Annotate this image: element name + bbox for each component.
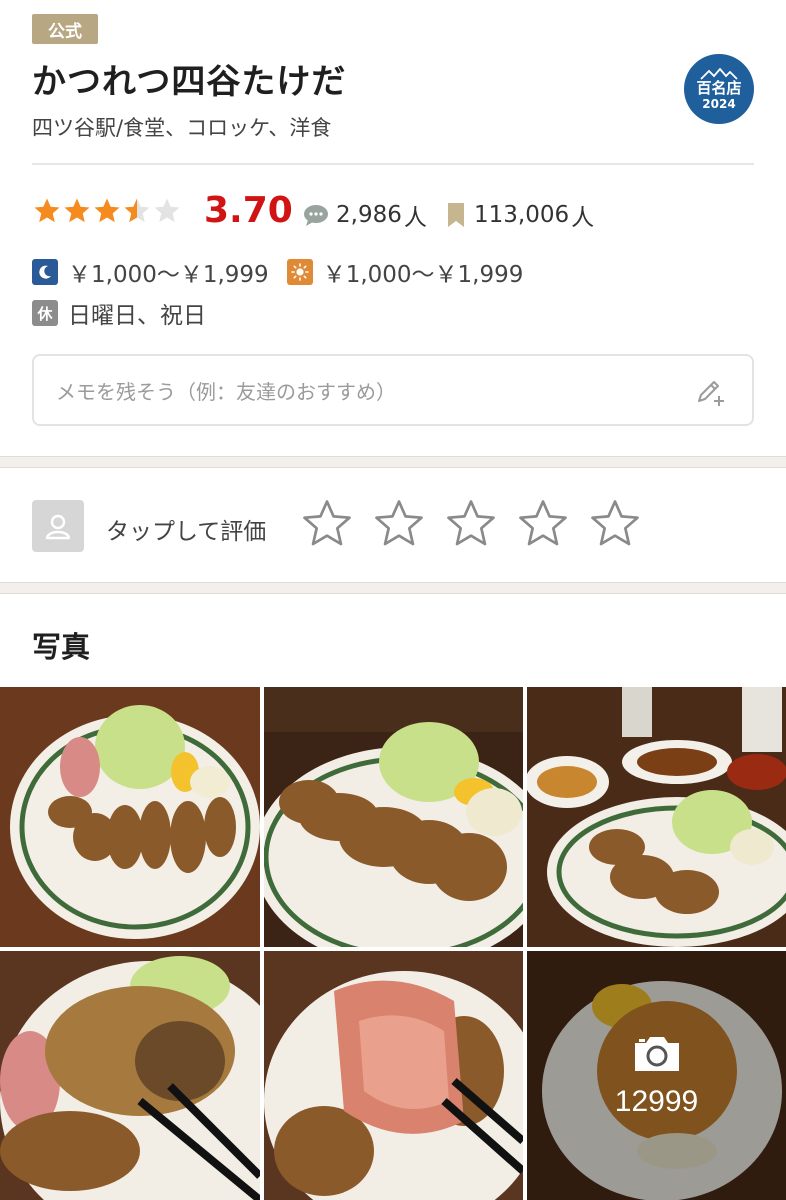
award-year: 2024 (702, 96, 736, 111)
edit-pen-plus-icon[interactable] (694, 376, 726, 408)
more-photos-tile[interactable]: 12999 (527, 951, 786, 1200)
photo-thumbnail[interactable] (0, 687, 260, 947)
more-photos-overlay: 12999 (527, 951, 786, 1200)
reviews-count-value: 2,986 (336, 202, 402, 228)
rate-stars[interactable] (300, 497, 660, 551)
photo-thumbnail[interactable] (264, 687, 523, 947)
star-full-icon (64, 198, 90, 223)
memo-input[interactable]: メモを残そう（例：友達のおすすめ） (32, 354, 754, 426)
photo-count: 12999 (614, 1084, 699, 1118)
star-full-icon (94, 198, 120, 223)
dinner-price: ￥1,000～￥1,999 (68, 262, 269, 288)
photo-thumbnail[interactable] (527, 687, 786, 947)
user-icon (45, 514, 71, 540)
official-badge: 公式 (32, 14, 98, 44)
rate-star-3-icon[interactable] (444, 497, 498, 551)
award-label: 百名店 (696, 78, 742, 97)
shop-genre[interactable]: 四ツ谷駅/食堂、コロッケ、洋食 (32, 112, 331, 142)
rate-star-1-icon[interactable] (300, 497, 354, 551)
rate-star-4-icon[interactable] (516, 497, 570, 551)
sun-icon (286, 259, 313, 285)
photo-thumbnail[interactable] (264, 951, 523, 1200)
saves-unit: 人 (571, 205, 595, 231)
star-empty-icon (154, 198, 180, 223)
hyakumeiten-award-badge[interactable]: 百名店 2024 (684, 54, 754, 124)
section-separator (0, 582, 786, 594)
reviews-unit: 人 (403, 205, 427, 231)
price-row: ￥1,000～￥1,999 ￥1,000～￥1,999 (32, 255, 523, 289)
holiday-row: 休 日曜日、祝日 (32, 296, 206, 330)
mountain-icon (700, 67, 738, 80)
photos-section-title: 写真 (32, 630, 91, 664)
rating-stars (32, 196, 182, 226)
memo-placeholder: メモを残そう（例：友達のおすすめ） (56, 379, 396, 404)
saves-count-value: 113,006 (474, 202, 570, 228)
photo-thumbnail[interactable] (0, 951, 260, 1200)
section-separator (0, 456, 786, 468)
rating-score: 3.70 (204, 190, 293, 231)
comment-icon (304, 205, 328, 226)
reviews-count[interactable]: 2,986 人 (302, 198, 427, 232)
star-half-icon (124, 198, 150, 223)
holiday-icon: 休 (32, 300, 58, 326)
tap-to-rate-label: タップして評価 (106, 519, 267, 545)
shop-name: かつれつ四谷たけだ (32, 62, 347, 102)
bookmark-icon (448, 203, 464, 227)
divider (32, 163, 754, 165)
camera-icon (634, 1036, 679, 1071)
moon-icon (32, 259, 58, 285)
rate-star-2-icon[interactable] (372, 497, 426, 551)
lunch-price: ￥1,000～￥1,999 (322, 262, 524, 288)
star-full-icon (34, 198, 60, 223)
rate-star-5-icon[interactable] (588, 497, 642, 551)
saves-count[interactable]: 113,006 人 (446, 198, 594, 232)
photo-grid: 12999 (0, 687, 786, 1200)
holiday-text: 日曜日、祝日 (68, 303, 206, 329)
user-avatar (32, 500, 84, 552)
